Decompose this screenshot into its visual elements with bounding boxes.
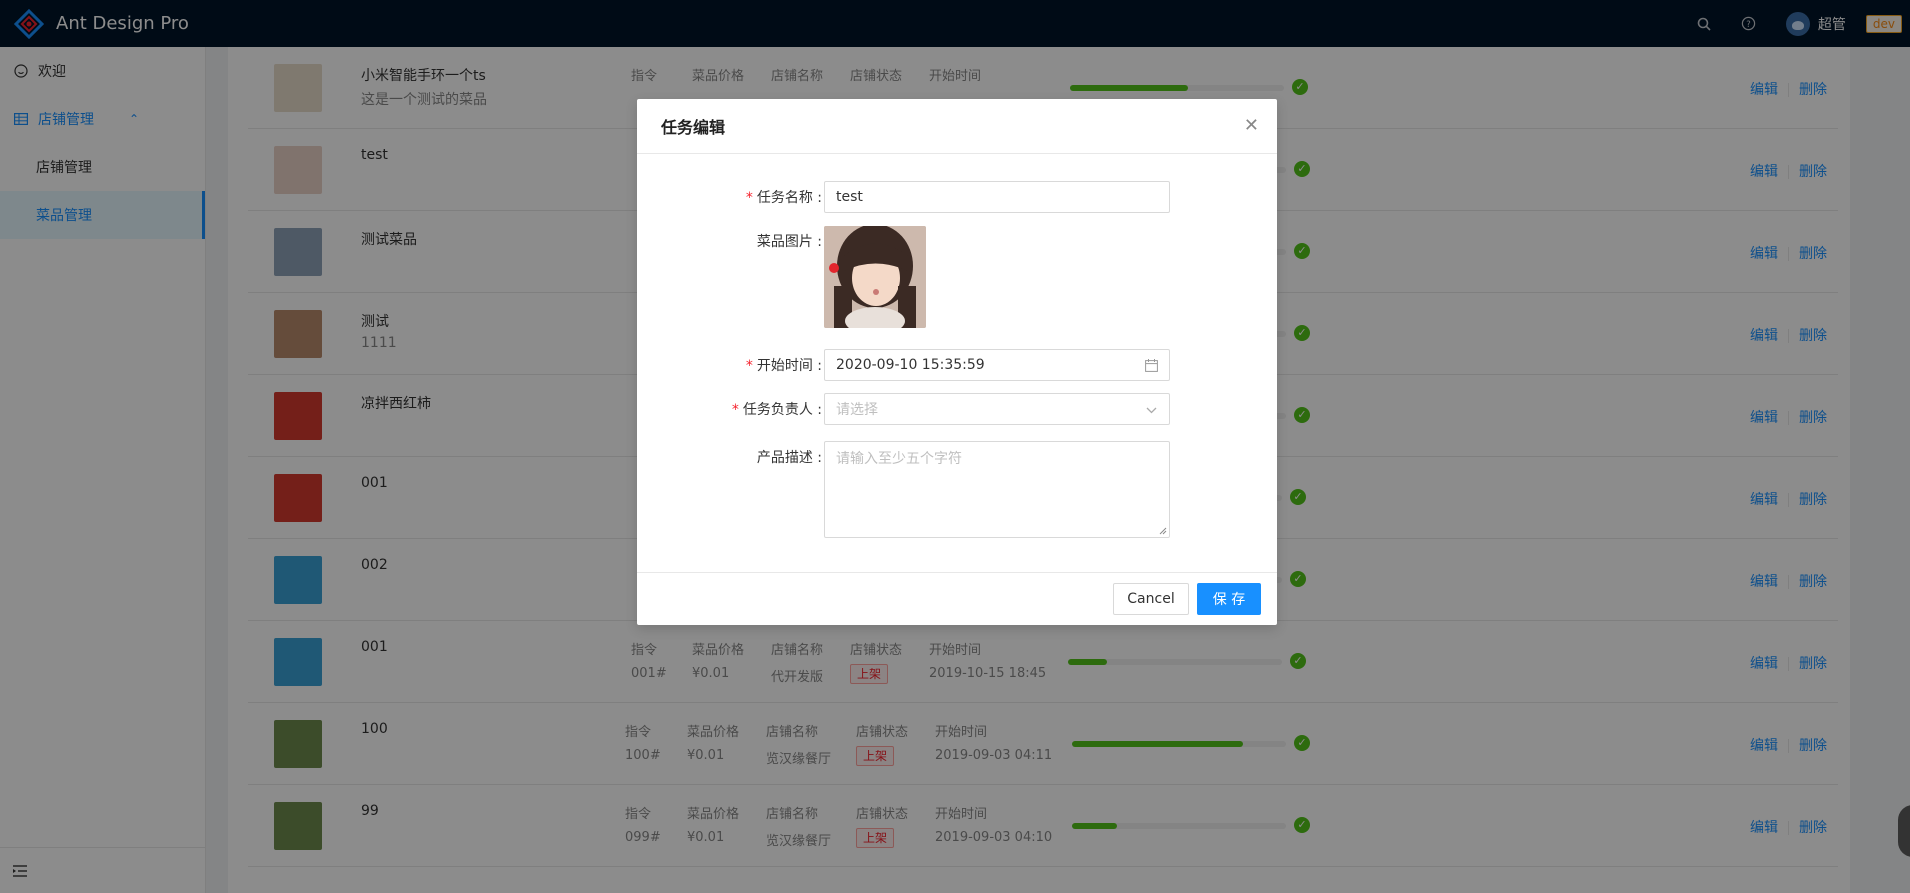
start-time-label: * 开始时间 : bbox=[745, 358, 822, 374]
resize-handle-icon bbox=[1159, 527, 1167, 535]
calendar-icon bbox=[1145, 358, 1158, 372]
floating-handle[interactable] bbox=[1898, 805, 1910, 857]
dish-image[interactable] bbox=[824, 226, 926, 328]
task-name-label: * 任务名称 : bbox=[745, 190, 822, 206]
chevron-down-icon bbox=[1146, 402, 1157, 418]
product-desc-textarea[interactable]: 请输入至少五个字符 bbox=[824, 441, 1170, 538]
close-icon[interactable]: ✕ bbox=[1244, 117, 1259, 135]
save-button[interactable]: 保 存 bbox=[1197, 583, 1261, 615]
task-edit-modal: 任务编辑 ✕ * 任务名称 : test 菜品图片 : * 开始时间 : 2020-… bbox=[637, 99, 1277, 625]
start-time-picker[interactable]: 2020-09-10 15:35:59 bbox=[824, 349, 1170, 381]
product-desc-label: 产品描述 : bbox=[756, 450, 822, 466]
modal-title: 任务编辑 bbox=[637, 99, 1277, 154]
task-owner-select[interactable]: 请选择 bbox=[824, 393, 1170, 425]
task-owner-label: * 任务负责人 : bbox=[731, 402, 822, 418]
dish-image-label: 菜品图片 : bbox=[756, 234, 822, 250]
cancel-button[interactable]: Cancel bbox=[1113, 583, 1189, 615]
modal-footer: Cancel 保 存 bbox=[637, 572, 1277, 625]
task-name-input[interactable]: test bbox=[824, 181, 1170, 213]
